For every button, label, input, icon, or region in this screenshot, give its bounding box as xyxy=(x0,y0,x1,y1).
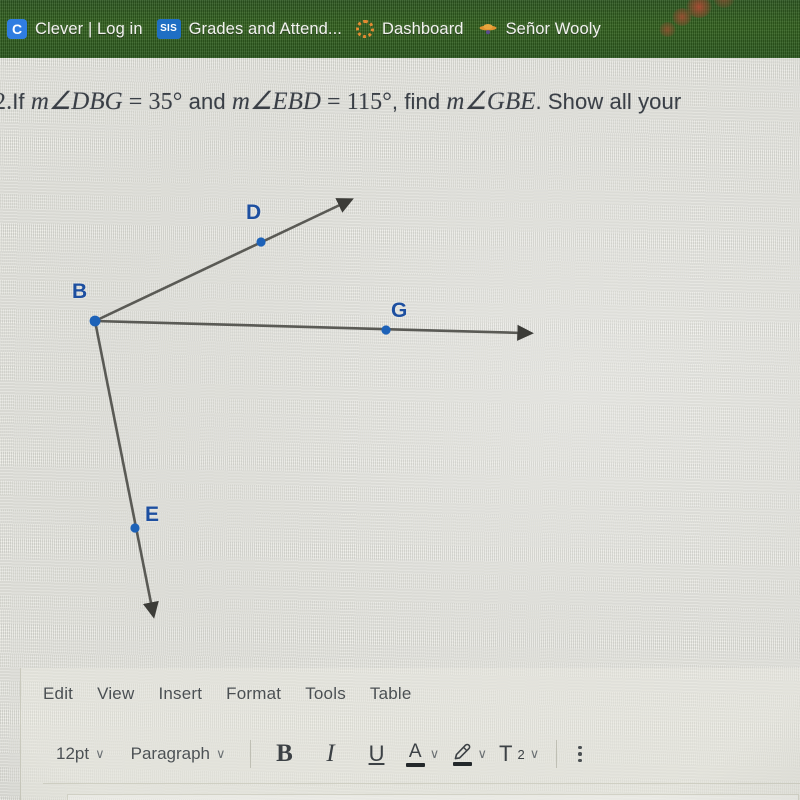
ray-b-to-d xyxy=(94,198,354,323)
bookmark-senor-wooly[interactable]: Señor Wooly xyxy=(471,14,608,44)
text-editor-panel: Edit View Insert Format Tools Table 12pt… xyxy=(20,668,800,800)
highlighter-pen-icon xyxy=(452,743,473,766)
font-size-dropdown[interactable]: 12pt ∨ xyxy=(43,737,118,771)
paragraph-style-dropdown[interactable]: Paragraph ∨ xyxy=(118,737,239,771)
bookmark-grades-and-attendance[interactable]: SIS Grades and Attend... xyxy=(150,14,349,44)
point-e xyxy=(130,523,140,533)
chevron-down-icon: ∨ xyxy=(95,746,105,761)
toolbar-divider xyxy=(556,740,558,768)
clever-logo-icon: C xyxy=(7,19,27,39)
paragraph-style-value: Paragraph xyxy=(130,744,210,763)
point-label-b: B xyxy=(72,280,88,303)
diagram-points xyxy=(89,237,391,533)
superscript-exponent: 2 xyxy=(517,746,525,762)
highlight-color-button[interactable]: ∨ xyxy=(446,737,494,771)
point-d xyxy=(256,237,266,247)
toolbar-divider xyxy=(249,740,251,768)
more-options-kebab-icon[interactable] xyxy=(568,745,592,763)
underline-button[interactable]: U xyxy=(354,737,400,771)
menu-item-format[interactable]: Format xyxy=(226,684,281,704)
ray-b-to-g xyxy=(94,319,534,341)
text-color-swatch xyxy=(405,762,425,767)
bookmark-dashboard[interactable]: Dashboard xyxy=(349,14,471,44)
chevron-down-icon[interactable]: ∨ xyxy=(478,746,488,762)
superscript-button[interactable]: T2 ∨ xyxy=(493,737,545,771)
bookmark-wooly-label: Señor Wooly xyxy=(505,19,601,38)
browser-bookmark-bar: C Clever | Log in SIS Grades and Attend.… xyxy=(0,0,800,58)
editor-menu-bar: Edit View Insert Format Tools Table xyxy=(43,684,412,704)
menu-item-insert[interactable]: Insert xyxy=(158,684,202,704)
menu-item-view[interactable]: View xyxy=(97,684,134,704)
highlight-color-swatch xyxy=(452,761,472,766)
editor-text-area[interactable] xyxy=(67,794,799,800)
italic-button[interactable]: I xyxy=(308,737,354,771)
senor-wooly-icon xyxy=(478,19,498,39)
point-label-e: E xyxy=(145,503,160,526)
toolbar-bottom-rule xyxy=(43,783,800,784)
ray-b-to-e xyxy=(93,320,159,619)
kebab-dot xyxy=(578,758,582,763)
dashboard-ring-icon xyxy=(355,20,374,38)
chevron-down-icon[interactable]: ∨ xyxy=(530,746,540,762)
bookmark-dashboard-label: Dashboard xyxy=(381,19,464,38)
chevron-down-icon[interactable]: ∨ xyxy=(430,746,440,762)
geometry-diagram: B D G E xyxy=(0,58,800,678)
text-color-letter: A xyxy=(408,740,422,762)
screenshot-root: C Clever | Log in SIS Grades and Attend.… xyxy=(0,0,800,800)
kebab-dot xyxy=(578,745,582,750)
superscript-letter: T xyxy=(499,741,513,766)
font-size-value: 12pt xyxy=(56,744,90,763)
diagram-svg xyxy=(89,198,534,619)
bold-button[interactable]: B xyxy=(262,737,308,771)
bookmark-list: C Clever | Log in SIS Grades and Attend.… xyxy=(0,0,800,58)
bookmark-grades-label: Grades and Attend... xyxy=(188,19,342,38)
point-b xyxy=(89,315,101,327)
menu-item-tools[interactable]: Tools xyxy=(305,684,346,704)
sis-logo-icon: SIS xyxy=(156,19,181,39)
editor-toolbar: 12pt ∨ Paragraph ∨ B I U A ∨ ∨ T 2 ∨ xyxy=(43,734,592,774)
kebab-dot xyxy=(578,752,582,756)
point-label-g: G xyxy=(391,299,408,322)
text-color-icon: A xyxy=(405,740,425,767)
point-label-d: D xyxy=(246,201,262,224)
chevron-down-icon: ∨ xyxy=(216,746,226,761)
bookmark-clever[interactable]: C Clever | Log in xyxy=(0,14,150,44)
bookmark-clever-label: Clever | Log in xyxy=(35,19,143,38)
point-g xyxy=(381,325,391,335)
text-color-button[interactable]: A ∨ xyxy=(400,737,446,771)
menu-item-edit[interactable]: Edit xyxy=(43,684,73,704)
diagram-rays xyxy=(93,198,534,619)
menu-item-table[interactable]: Table xyxy=(370,684,412,704)
